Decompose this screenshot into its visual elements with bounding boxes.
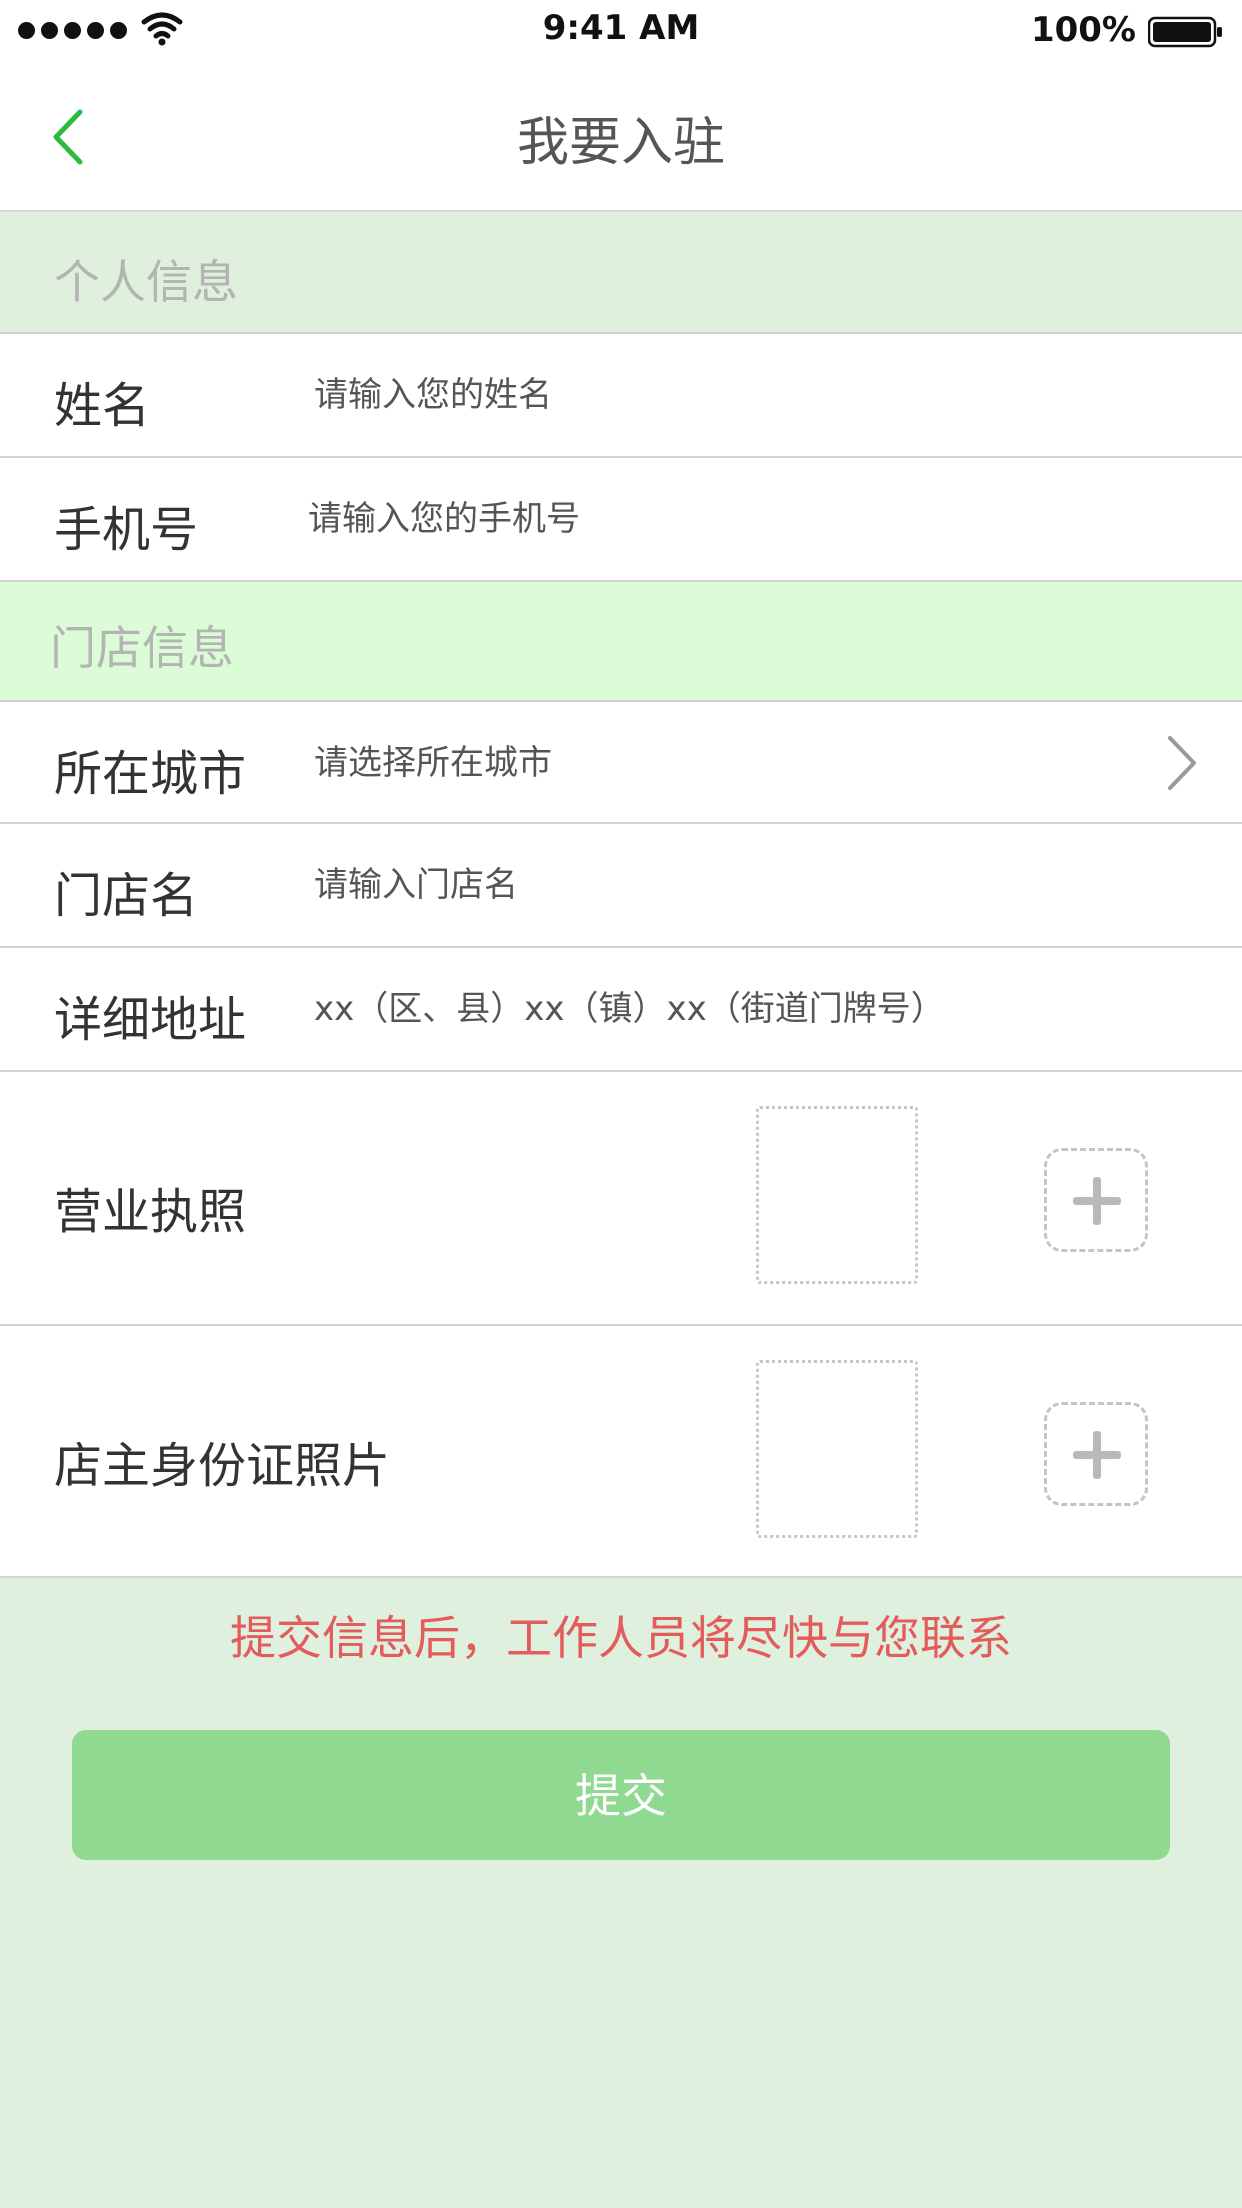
add-business-license-button[interactable] <box>1044 1148 1148 1252</box>
store-name-row: 门店名 <box>0 824 1242 948</box>
plus-icon <box>1073 1177 1121 1225</box>
section-store-info: 门店信息 <box>0 582 1242 702</box>
address-label: 详细地址 <box>54 992 247 1048</box>
section-title-personal: 个人信息 <box>54 255 238 309</box>
business-license-label: 营业执照 <box>54 1184 247 1240</box>
plus-icon <box>1073 1431 1121 1479</box>
business-license-row: 营业执照 <box>0 1072 1242 1326</box>
chevron-right-icon[interactable] <box>1164 732 1200 794</box>
page-title: 我要入驻 <box>516 113 725 173</box>
city-row[interactable]: 所在城市 <box>0 702 1242 824</box>
status-bar: 9:41 AM 100% <box>0 0 1242 60</box>
owner-id-card-row: 店主身份证照片 <box>0 1326 1242 1578</box>
section-title-store: 门店信息 <box>50 621 234 675</box>
city-select[interactable] <box>312 742 1076 784</box>
owner-id-card-label: 店主身份证照片 <box>54 1438 391 1494</box>
address-input[interactable] <box>312 988 1136 1030</box>
submit-button[interactable]: 提交 <box>72 1730 1170 1860</box>
submit-notice: 提交信息后，工作人员将尽快与您联系 <box>230 1611 1012 1665</box>
add-owner-id-card-button[interactable] <box>1044 1402 1148 1506</box>
battery-icon <box>1148 16 1222 48</box>
store-name-label: 门店名 <box>54 868 199 924</box>
city-label: 所在城市 <box>54 746 247 802</box>
business-license-photo-slot <box>756 1106 918 1284</box>
name-input[interactable] <box>312 374 1136 416</box>
navigation-bar: 我要入驻 <box>0 60 1242 212</box>
name-row: 姓名 <box>0 334 1242 458</box>
owner-id-card-photo-slot <box>756 1360 918 1538</box>
store-name-input[interactable] <box>312 864 1136 906</box>
phone-input[interactable] <box>306 498 1130 540</box>
address-row: 详细地址 <box>0 948 1242 1072</box>
phone-row: 手机号 <box>0 458 1242 582</box>
name-label: 姓名 <box>54 378 151 434</box>
battery-percentage: 100% <box>1030 10 1136 50</box>
section-personal-info: 个人信息 <box>0 212 1242 334</box>
phone-label: 手机号 <box>54 502 199 558</box>
